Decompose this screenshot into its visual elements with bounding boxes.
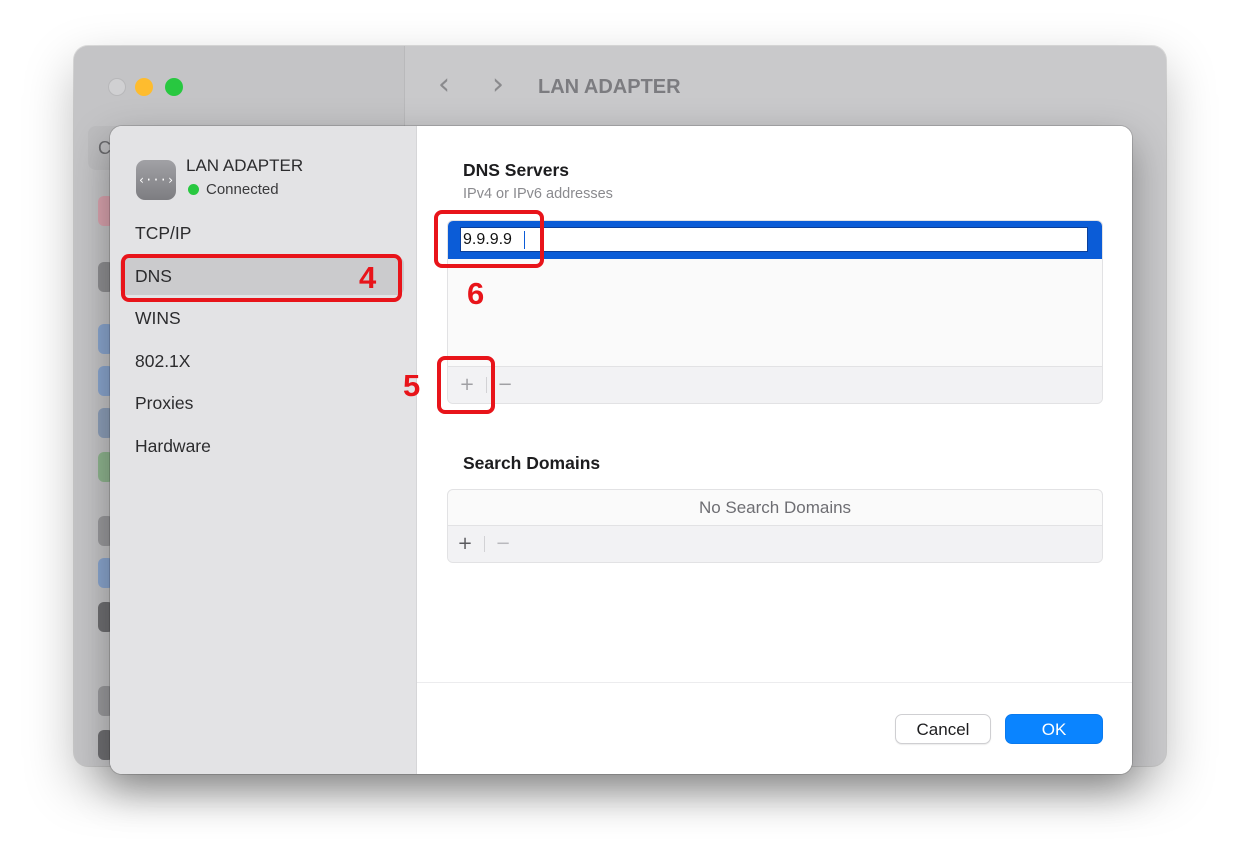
dns-servers-toolbar: + − xyxy=(448,366,1102,403)
footer-divider xyxy=(417,682,1132,683)
dns-server-input[interactable] xyxy=(460,227,1088,252)
annotation-number-6: 6 xyxy=(467,276,485,311)
adapter-name: LAN ADAPTER xyxy=(186,156,304,175)
cancel-button[interactable]: Cancel xyxy=(895,714,991,744)
dns-server-row-selected[interactable] xyxy=(448,221,1102,259)
dns-servers-title: DNS Servers xyxy=(463,160,570,180)
window-minimize-button[interactable] xyxy=(135,78,153,96)
toolbar-divider xyxy=(484,536,485,552)
dns-servers-subtitle: IPv4 or IPv6 addresses xyxy=(463,186,613,202)
sidebar-item-tcpip[interactable]: TCP/IP xyxy=(120,214,404,252)
annotation-box-dns-field xyxy=(434,210,544,268)
annotation-box-add-button xyxy=(437,356,495,414)
connected-status-dot-icon xyxy=(188,184,199,195)
remove-search-domain-button[interactable]: − xyxy=(486,526,520,562)
sidebar-nav: TCP/IP DNS WINS 802.1X Proxies Hardware xyxy=(120,214,404,469)
search-domains-title: Search Domains xyxy=(463,453,601,473)
search-domains-toolbar: + − xyxy=(448,525,1102,562)
search-domains-empty-text: No Search Domains xyxy=(698,498,852,517)
sidebar-item-proxies[interactable]: Proxies xyxy=(120,384,404,422)
search-domains-list: No Search Domains + − xyxy=(447,489,1103,563)
forward-chevron-icon[interactable]: › xyxy=(492,70,504,100)
sheet-sidebar: ‹···› LAN ADAPTER Connected TCP/IP DNS W… xyxy=(110,126,417,774)
window-zoom-button[interactable] xyxy=(165,78,183,96)
sidebar-item-hardware[interactable]: Hardware xyxy=(120,427,404,465)
back-chevron-icon[interactable]: ‹ xyxy=(438,70,450,100)
connection-status: Connected xyxy=(206,181,279,198)
annotation-number-4: 4 xyxy=(359,260,377,295)
add-search-domain-button[interactable]: + xyxy=(448,526,482,562)
sidebar-item-8021x[interactable]: 802.1X xyxy=(120,342,404,380)
network-adapter-icon: ‹···› xyxy=(136,160,176,200)
window-close-button[interactable] xyxy=(108,78,126,96)
ok-button[interactable]: OK xyxy=(1005,714,1103,744)
window-title: LAN ADAPTER xyxy=(538,76,681,98)
dns-servers-list: + − xyxy=(447,220,1103,404)
sidebar-item-wins[interactable]: WINS xyxy=(120,299,404,337)
annotation-number-5: 5 xyxy=(403,368,421,403)
dns-settings-sheet: ‹···› LAN ADAPTER Connected TCP/IP DNS W… xyxy=(110,126,1132,774)
